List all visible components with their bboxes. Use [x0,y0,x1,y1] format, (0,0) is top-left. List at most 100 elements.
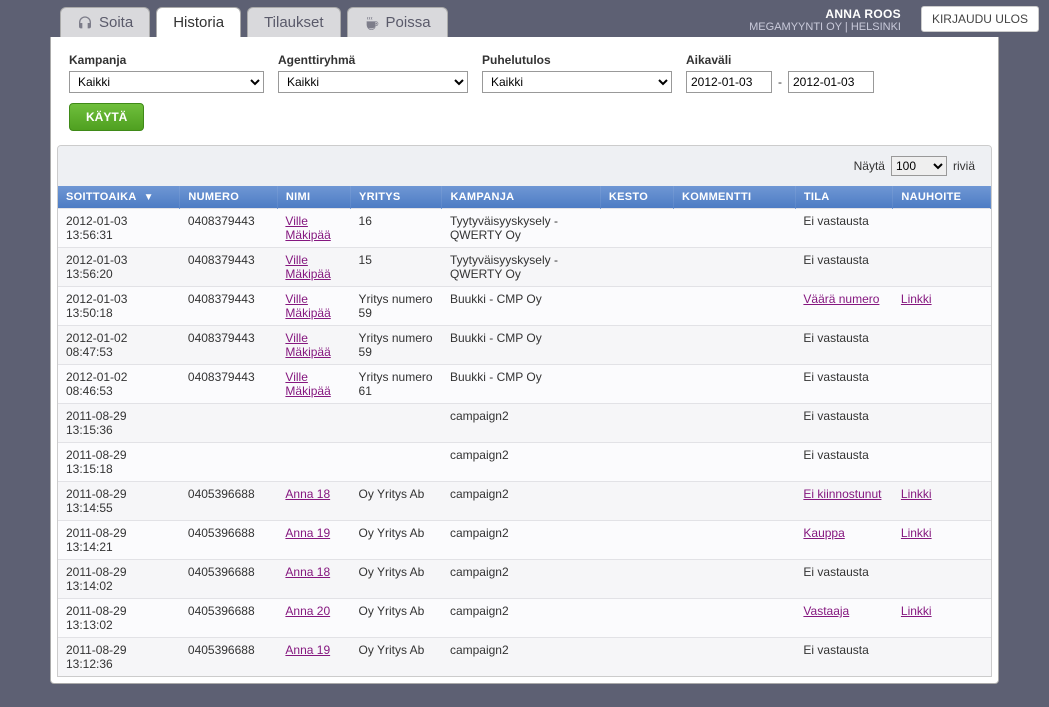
filter-puhelutulos-select[interactable]: Kaikki [482,71,672,93]
cell-nimi-link[interactable]: Ville Mäkipää [285,253,330,281]
cell-nimi-link[interactable]: Ville Mäkipää [285,214,330,242]
filter-label-kampanja: Kampanja [69,53,264,67]
tab-label: Historia [173,14,224,31]
cell-nimi-link[interactable]: Anna 18 [285,565,330,579]
col-header-nauhoite[interactable]: NAUHOITE [893,186,991,209]
col-header-kommentti[interactable]: KOMMENTTI [674,186,796,209]
cell-tila-link[interactable]: Kauppa [803,526,844,540]
cell-kampanja: Tyytyväisyyskysely - QWERTY Oy [442,209,600,248]
table-row: 2011-08-29 13:13:020405396688Anna 20Oy Y… [58,599,991,638]
cell-tila-link[interactable]: Väärä numero [803,292,879,306]
filters-row: Kampanja Kaikki Agenttiryhmä Kaikki Puhe… [51,53,998,93]
filter-label-puhelutulos: Puhelutulos [482,53,672,67]
content-panel: Kampanja Kaikki Agenttiryhmä Kaikki Puhe… [50,37,999,684]
cell-nimi-link[interactable]: Anna 20 [285,604,330,618]
cell-tila: Ei vastausta [795,443,893,482]
cell-kesto [600,638,673,677]
cell-soittoaika: 2011-08-29 13:14:55 [58,482,180,521]
cell-soittoaika: 2011-08-29 13:14:02 [58,560,180,599]
cell-kesto [600,365,673,404]
filter-date-from[interactable] [686,71,772,93]
cell-nimi-link[interactable]: Anna 19 [285,526,330,540]
cell-numero: 0405396688 [180,482,278,521]
cell-nauhoite-link[interactable]: Linkki [901,292,932,306]
cell-numero: 0408379443 [180,287,278,326]
filter-date-to[interactable] [788,71,874,93]
table-row: 2011-08-29 13:15:36campaign2Ei vastausta [58,404,991,443]
table-row: 2011-08-29 13:14:550405396688Anna 18Oy Y… [58,482,991,521]
cell-kommentti [674,521,796,560]
filter-kampanja-select[interactable]: Kaikki [69,71,264,93]
col-header-yritys[interactable]: YRITYS [351,186,442,209]
cell-nauhoite: Linkki [893,521,991,560]
cell-tila: Vastaaja [795,599,893,638]
col-header-soittoaika[interactable]: SOITTOAIKA ▼ [58,186,180,209]
cell-soittoaika: 2011-08-29 13:15:36 [58,404,180,443]
cell-nimi-link[interactable]: Ville Mäkipää [285,292,330,320]
date-separator: - [772,75,788,89]
cell-tila-link[interactable]: Ei kiinnostunut [803,487,881,501]
tab-bar: Soita Historia Tilaukset Poissa [60,7,448,37]
cell-kommentti [674,365,796,404]
cell-nimi: Ville Mäkipää [277,326,350,365]
cell-tila: Ei vastausta [795,404,893,443]
cell-nimi: Anna 20 [277,599,350,638]
cell-kommentti [674,599,796,638]
table-row: 2012-01-03 13:56:200408379443Ville Mäkip… [58,248,991,287]
cell-kesto [600,287,673,326]
cell-nauhoite [893,560,991,599]
cell-yritys: Oy Yritys Ab [351,599,442,638]
cell-kampanja: Buukki - CMP Oy [442,365,600,404]
cell-nauhoite [893,248,991,287]
cell-numero: 0408379443 [180,326,278,365]
cell-nimi: Ville Mäkipää [277,287,350,326]
cell-nimi-link[interactable]: Anna 19 [285,643,330,657]
cell-nauhoite-link[interactable]: Linkki [901,487,932,501]
cell-tila: Ei kiinnostunut [795,482,893,521]
col-header-kesto[interactable]: KESTO [600,186,673,209]
tab-poissa[interactable]: Poissa [347,7,448,37]
col-header-numero[interactable]: NUMERO [180,186,278,209]
cell-tila: Väärä numero [795,287,893,326]
user-company: MEGAMYYNTI OY | HELSINKI [749,21,901,33]
cell-yritys [351,443,442,482]
tab-tilaukset[interactable]: Tilaukset [247,7,340,37]
table-row: 2012-01-03 13:50:180408379443Ville Mäkip… [58,287,991,326]
rows-per-page-select[interactable]: 100 [891,156,947,176]
tab-historia[interactable]: Historia [156,7,241,37]
logout-button[interactable]: KIRJAUDU ULOS [921,6,1039,32]
cell-nauhoite: Linkki [893,287,991,326]
cell-nimi-link[interactable]: Ville Mäkipää [285,331,330,359]
cell-tila: Ei vastausta [795,638,893,677]
apply-button[interactable]: KÄYTÄ [69,103,144,131]
cell-kommentti [674,209,796,248]
table-row: 2012-01-02 08:46:530408379443Ville Mäkip… [58,365,991,404]
cell-kesto [600,248,673,287]
cell-nimi-link[interactable]: Ville Mäkipää [285,370,330,398]
cell-kommentti [674,287,796,326]
cell-yritys [351,404,442,443]
cell-soittoaika: 2012-01-03 13:56:31 [58,209,180,248]
cell-kesto [600,443,673,482]
cell-nimi-link[interactable]: Anna 18 [285,487,330,501]
cell-kampanja: Buukki - CMP Oy [442,326,600,365]
cell-nimi: Anna 19 [277,638,350,677]
col-header-tila[interactable]: TILA [795,186,893,209]
col-header-nimi[interactable]: NIMI [277,186,350,209]
cell-soittoaika: 2011-08-29 13:14:21 [58,521,180,560]
cell-yritys: Oy Yritys Ab [351,521,442,560]
cell-kesto [600,521,673,560]
cell-nauhoite-link[interactable]: Linkki [901,604,932,618]
filter-agenttiryhma-select[interactable]: Kaikki [278,71,468,93]
user-info: ANNA ROOS MEGAMYYNTI OY | HELSINKI [749,7,911,37]
cell-numero: 0405396688 [180,521,278,560]
cell-nimi: Anna 18 [277,560,350,599]
cell-soittoaika: 2011-08-29 13:15:18 [58,443,180,482]
cell-nimi: Anna 19 [277,521,350,560]
cell-tila-link[interactable]: Vastaaja [803,604,849,618]
headset-icon [77,15,93,31]
col-header-kampanja[interactable]: KAMPANJA [442,186,600,209]
tab-soita[interactable]: Soita [60,7,150,37]
cell-nauhoite-link[interactable]: Linkki [901,526,932,540]
cell-nauhoite [893,365,991,404]
